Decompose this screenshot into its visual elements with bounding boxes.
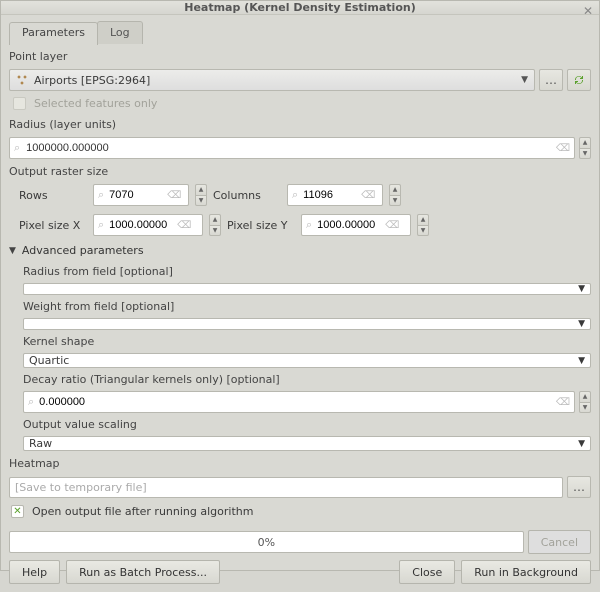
label-weight-field: Weight from field [optional] (23, 298, 591, 315)
clear-icon[interactable]: ⌫ (385, 220, 399, 231)
chevron-down-icon: ▼ (578, 356, 585, 366)
tab-parameters[interactable]: Parameters (9, 22, 98, 45)
dialog-window: Heatmap (Kernel Density Estimation) ✕ Pa… (0, 0, 600, 571)
chevron-down-icon: ▼ (578, 439, 585, 449)
search-icon: ⌕ (14, 141, 20, 155)
heatmap-placeholder: [Save to temporary file] (15, 481, 147, 494)
tab-log[interactable]: Log (97, 21, 143, 44)
kernel-shape-value: Quartic (29, 354, 69, 367)
clear-icon[interactable]: ⌫ (556, 397, 570, 408)
point-layer-combo[interactable]: Airports [EPSG:2964] ▼ (9, 69, 535, 91)
radius-input[interactable] (24, 141, 552, 155)
radius-field-select[interactable]: ▼ (23, 283, 591, 295)
pixel-x-input[interactable] (107, 218, 177, 232)
search-icon: ⌕ (28, 395, 34, 409)
label-advanced: Advanced parameters (22, 244, 144, 257)
pixel-y-field: ⌕ ⌫ (301, 214, 411, 236)
pixel-x-spinner[interactable]: ▲▼ (209, 214, 221, 236)
search-icon: ⌕ (98, 218, 104, 232)
help-button[interactable]: Help (9, 560, 60, 584)
tab-bar: Parameters Log (9, 21, 591, 44)
cancel-button: Cancel (528, 530, 591, 554)
columns-spinner[interactable]: ▲▼ (389, 184, 401, 206)
label-heatmap: Heatmap (9, 455, 591, 472)
search-icon: ⌕ (292, 188, 298, 202)
close-button[interactable]: Close (399, 560, 455, 584)
label-output-size: Output raster size (9, 163, 591, 180)
clear-icon[interactable]: ⌫ (361, 190, 375, 201)
rows-input[interactable] (107, 188, 167, 202)
point-layer-value: Airports [EPSG:2964] (34, 74, 150, 87)
rows-spinner[interactable]: ▲▼ (195, 184, 207, 206)
chevron-down-icon: ▼ (578, 319, 585, 329)
pixel-y-spinner[interactable]: ▲▼ (417, 214, 429, 236)
clear-icon[interactable]: ⌫ (556, 143, 570, 154)
label-radius-field: Radius from field [optional] (23, 263, 591, 280)
radius-input-wrap: ⌕ ⌫ (9, 137, 575, 159)
clear-icon[interactable]: ⌫ (167, 190, 181, 201)
search-icon: ⌕ (306, 218, 312, 232)
clear-icon[interactable]: ⌫ (177, 220, 191, 231)
close-icon[interactable]: ✕ (583, 4, 593, 18)
output-scaling-select[interactable]: Raw ▼ (23, 436, 591, 451)
label-pixel-y: Pixel size Y (227, 219, 295, 232)
label-pixel-x: Pixel size X (19, 219, 87, 232)
output-scaling-value: Raw (29, 437, 52, 450)
chevron-down-icon: ▼ (578, 284, 585, 294)
pixel-y-input[interactable] (315, 218, 385, 232)
label-columns: Columns (213, 189, 281, 202)
window-title: Heatmap (Kernel Density Estimation) (184, 1, 416, 14)
columns-field: ⌕ ⌫ (287, 184, 383, 206)
chevron-down-icon: ▼ (521, 75, 528, 85)
decay-ratio-input[interactable] (37, 395, 556, 409)
columns-input[interactable] (301, 188, 361, 202)
kernel-shape-select[interactable]: Quartic ▼ (23, 353, 591, 368)
rows-field: ⌕ ⌫ (93, 184, 189, 206)
run-background-button[interactable]: Run in Background (461, 560, 591, 584)
advanced-header[interactable]: ▼ Advanced parameters (9, 240, 591, 259)
decay-ratio-field: ⌕ ⌫ (23, 391, 575, 413)
label-radius: Radius (layer units) (9, 116, 591, 133)
weight-field-select[interactable]: ▼ (23, 318, 591, 330)
iterate-button[interactable] (567, 69, 591, 91)
expand-down-icon: ▼ (9, 246, 16, 256)
layer-points-icon (16, 74, 28, 86)
label-point-layer: Point layer (9, 48, 591, 65)
radius-spinner[interactable]: ▲▼ (579, 137, 591, 159)
search-icon: ⌕ (98, 188, 104, 202)
parameters-panel: Point layer Airports [EPSG:2964] ▼ … Sel… (9, 48, 591, 584)
browse-layer-button[interactable]: … (539, 69, 563, 91)
selected-features-row: Selected features only (9, 95, 591, 112)
titlebar: Heatmap (Kernel Density Estimation) ✕ (1, 1, 599, 15)
browse-output-button[interactable]: … (567, 476, 591, 498)
batch-button[interactable]: Run as Batch Process... (66, 560, 220, 584)
label-output-scaling: Output value scaling (23, 416, 591, 433)
pixel-x-field: ⌕ ⌫ (93, 214, 203, 236)
open-after-checkbox[interactable] (11, 505, 24, 518)
label-rows: Rows (19, 189, 87, 202)
label-kernel-shape: Kernel shape (23, 333, 591, 350)
label-decay-ratio: Decay ratio (Triangular kernels only) [o… (23, 371, 591, 388)
progress-text: 0% (258, 536, 275, 549)
progress-bar: 0% (9, 531, 524, 553)
label-selected-only: Selected features only (34, 97, 157, 110)
label-open-after: Open output file after running algorithm (32, 505, 253, 518)
heatmap-output-input[interactable]: [Save to temporary file] (9, 477, 563, 498)
selected-features-checkbox (13, 97, 26, 110)
decay-spinner[interactable]: ▲▼ (579, 391, 591, 413)
